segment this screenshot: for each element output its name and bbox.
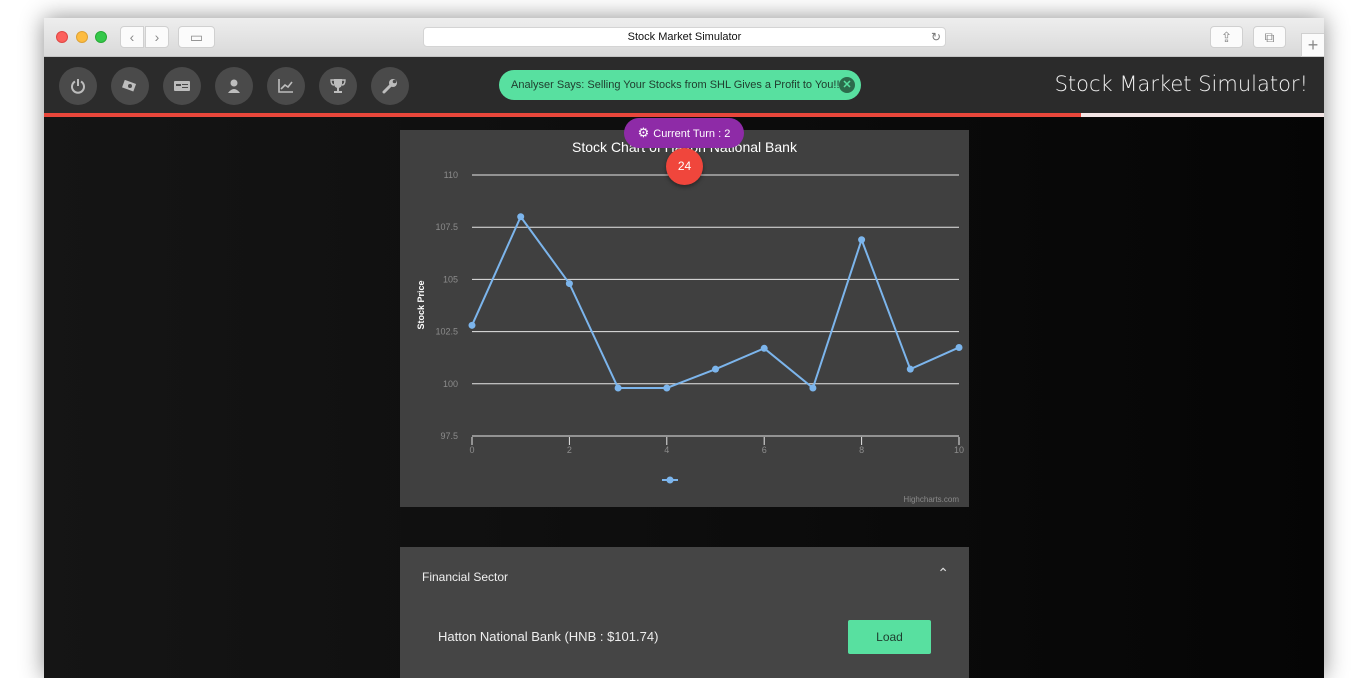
app-title: Stock Market Simulator! [1054,72,1308,96]
chart-x-tick-label: 0 [469,445,474,455]
chart-x-tick-label: 10 [954,445,964,455]
forward-button[interactable]: › [145,26,169,48]
power-icon [71,79,85,94]
analyser-toast: Analyser Says: Selling Your Stocks from … [499,70,861,100]
chart-data-point [906,365,914,373]
load-button[interactable]: Load [848,620,931,654]
chart-y-tick-label: 100 [443,379,458,389]
toast-close-icon[interactable]: ✕ [839,77,855,93]
chart-data-point [809,384,817,392]
chart-y-tick-label: 110 [444,170,458,180]
browser-window: ‹ › ▭ Stock Market Simulator ↻ ⇪ ⧉ + Ana… [44,18,1324,678]
chart-data-point [517,213,525,221]
sidebar-toggle-button[interactable]: ▭ [178,26,215,48]
power-button[interactable] [59,67,97,105]
tab-overview-button[interactable]: ⧉ [1253,26,1286,48]
zoom-window-button[interactable] [95,31,107,43]
chart-x-tick-label: 2 [567,445,572,455]
stock-row-label: Hatton National Bank (HNB : $101.74) [438,629,659,644]
chart-icon [278,79,293,93]
money-button[interactable] [111,67,149,105]
reload-icon[interactable]: ↻ [931,28,941,46]
chart-data-point [565,280,573,288]
money-icon [122,79,137,92]
chart-series-line [471,214,960,390]
chart-x-tick-label: 6 [762,445,767,455]
chart-x-tick-label: 4 [664,445,669,455]
close-window-button[interactable] [56,31,68,43]
current-turn-badge: ⚙ Current Turn : 2 [624,118,744,148]
user-icon [228,79,240,93]
wrench-icon [382,79,397,94]
current-turn-label: Current Turn : 2 [653,128,731,140]
gear-icon: ⚙ [637,125,650,140]
sector-title[interactable]: Financial Sector [422,570,508,584]
chart-data-point [760,344,768,352]
chart-button[interactable] [267,67,305,105]
chart-y-tick-label: 97.5 [440,431,458,441]
chart-y-tick-label: 107.5 [435,222,458,232]
browser-titlebar: ‹ › ▭ Stock Market Simulator ↻ ⇪ ⧉ + [44,18,1324,57]
chart-data-point [663,384,671,392]
card-button[interactable] [163,67,201,105]
chart-data-point [614,384,622,392]
share-button[interactable]: ⇪ [1210,26,1243,48]
chart-legend-marker [666,476,674,484]
chevron-up-icon[interactable]: ⌃ [937,565,949,582]
chart-y-tick-label: 105 [443,274,458,284]
card-icon [174,81,190,91]
back-button[interactable]: ‹ [120,26,144,48]
chart-data-point [858,236,866,244]
trophy-button[interactable] [319,67,357,105]
chart-data-point [468,321,476,329]
turn-timer: 24 [666,148,703,185]
chart-data-point [955,343,963,351]
minimize-window-button[interactable] [76,31,88,43]
trophy-icon [330,79,346,93]
page-title: Stock Market Simulator [627,31,742,43]
chart-y-axis-label: Stock Price [416,280,426,329]
new-tab-button[interactable]: + [1301,33,1324,57]
app-toolbar: Analyser Says: Selling Your Stocks from … [44,57,1324,113]
chart-data-point [712,365,719,373]
settings-button[interactable] [371,67,409,105]
address-bar[interactable]: Stock Market Simulator ↻ [423,27,946,47]
chart-y-tick-label: 102.5 [435,327,458,337]
chart-x-tick-label: 8 [859,445,864,455]
sector-panel: Financial Sector ⌃ Hatton National Bank … [400,547,969,678]
main-content: Stock Chart of Hatton National Bank Stoc… [44,117,1324,678]
stock-chart: Stock Chart of Hatton National Bank Stoc… [416,139,964,504]
stock-chart-card: Stock Chart of Hatton National Bank Stoc… [400,130,969,507]
user-button[interactable] [215,67,253,105]
chart-credit[interactable]: Highcharts.com [903,495,959,504]
toast-message: Analyser Says: Selling Your Stocks from … [511,79,840,91]
